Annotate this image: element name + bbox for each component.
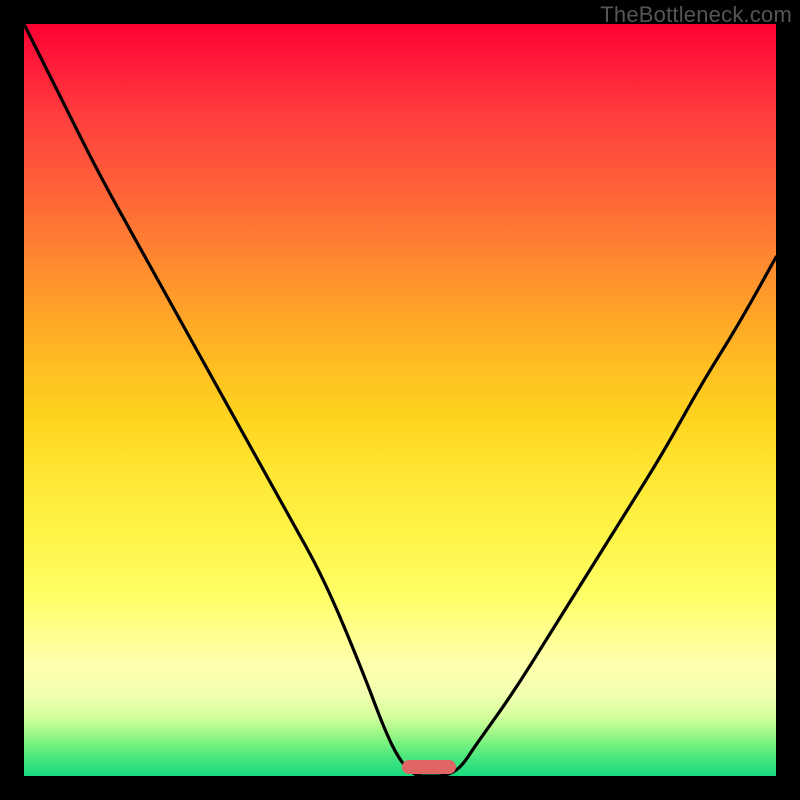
chart-frame: TheBottleneck.com <box>0 0 800 800</box>
plot-area <box>24 24 776 776</box>
bottleneck-curve <box>24 24 776 776</box>
optimal-range-marker <box>402 760 456 774</box>
